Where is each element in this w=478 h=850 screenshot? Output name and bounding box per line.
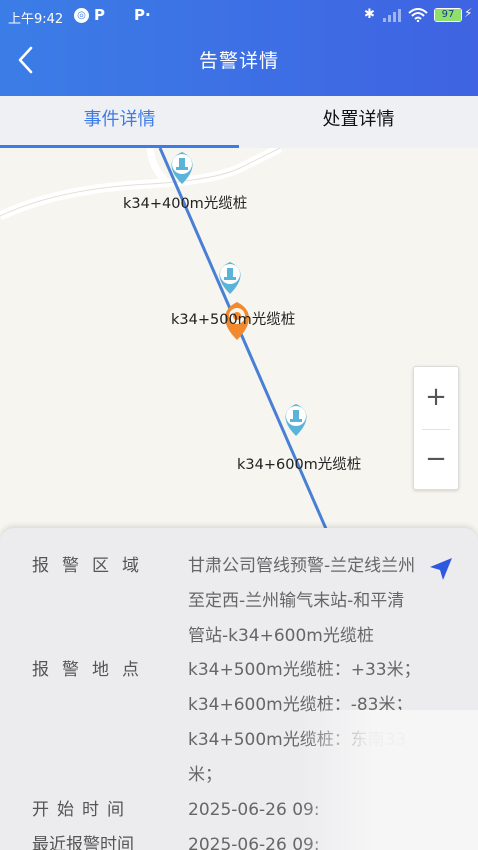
- marker-label-k34-500: k34+500m光缆桩: [171, 312, 296, 328]
- alarm-area-line: 管站-k34+600m光缆桩: [188, 626, 374, 646]
- parking-dot-icon: P·: [134, 6, 151, 24]
- app-header: 上午9:42 ◎ P P· ✱ 97 ⚡ 告警详情: [0, 0, 478, 96]
- status-bar: 上午9:42 ◎ P P· ✱ 97 ⚡: [0, 0, 478, 32]
- charging-icon: ⚡: [464, 6, 473, 20]
- map-view[interactable]: k34+400m光缆桩 k34+500m光缆桩 k34+600m光缆桩: [0, 148, 478, 538]
- wifi-icon: [408, 8, 428, 22]
- battery-level: 97: [435, 9, 461, 21]
- alarm-area-label: 报警区域: [32, 556, 152, 576]
- parking-icon: P: [94, 6, 105, 24]
- marker-label-k34-600: k34+600m光缆桩: [237, 457, 362, 473]
- battery-icon: 97: [434, 8, 462, 22]
- marker-label-k34-400: k34+400m光缆桩: [123, 196, 248, 212]
- app-notification-icon: ◎: [74, 8, 89, 23]
- alarm-location-line: k34+500m光缆桩：+33米；: [188, 660, 421, 680]
- alarm-area-value: 甘肃公司管线预警-兰定线兰州 至定西-兰州输气末站-和平清 管站-k34+600…: [188, 549, 458, 654]
- zoom-out-button[interactable]: −: [414, 429, 458, 491]
- bluetooth-icon: ✱: [364, 7, 375, 22]
- tab-handling-details[interactable]: 处置详情: [239, 96, 478, 148]
- recent-alarm-label: 最近报警时间: [32, 835, 134, 850]
- tab-event-details[interactable]: 事件详情: [0, 96, 239, 148]
- signal-icon: [383, 9, 401, 22]
- cable-marker-icon[interactable]: [285, 404, 307, 436]
- zoom-control: + −: [413, 366, 459, 490]
- alarm-area-line: 甘肃公司管线预警-兰定线兰州: [188, 556, 416, 576]
- tab-bar: 事件详情 处置详情: [0, 96, 478, 148]
- status-time: 上午9:42: [8, 12, 64, 27]
- text-fade-overlay: [300, 710, 478, 850]
- alarm-area-line: 至定西-兰州输气末站-和平清: [188, 591, 405, 611]
- page-title: 告警详情: [198, 50, 279, 72]
- navigate-icon[interactable]: [428, 556, 454, 582]
- alarm-location-label: 报警地点: [32, 660, 152, 680]
- zoom-in-button[interactable]: +: [414, 367, 458, 429]
- start-time-label: 开始时间: [32, 800, 132, 820]
